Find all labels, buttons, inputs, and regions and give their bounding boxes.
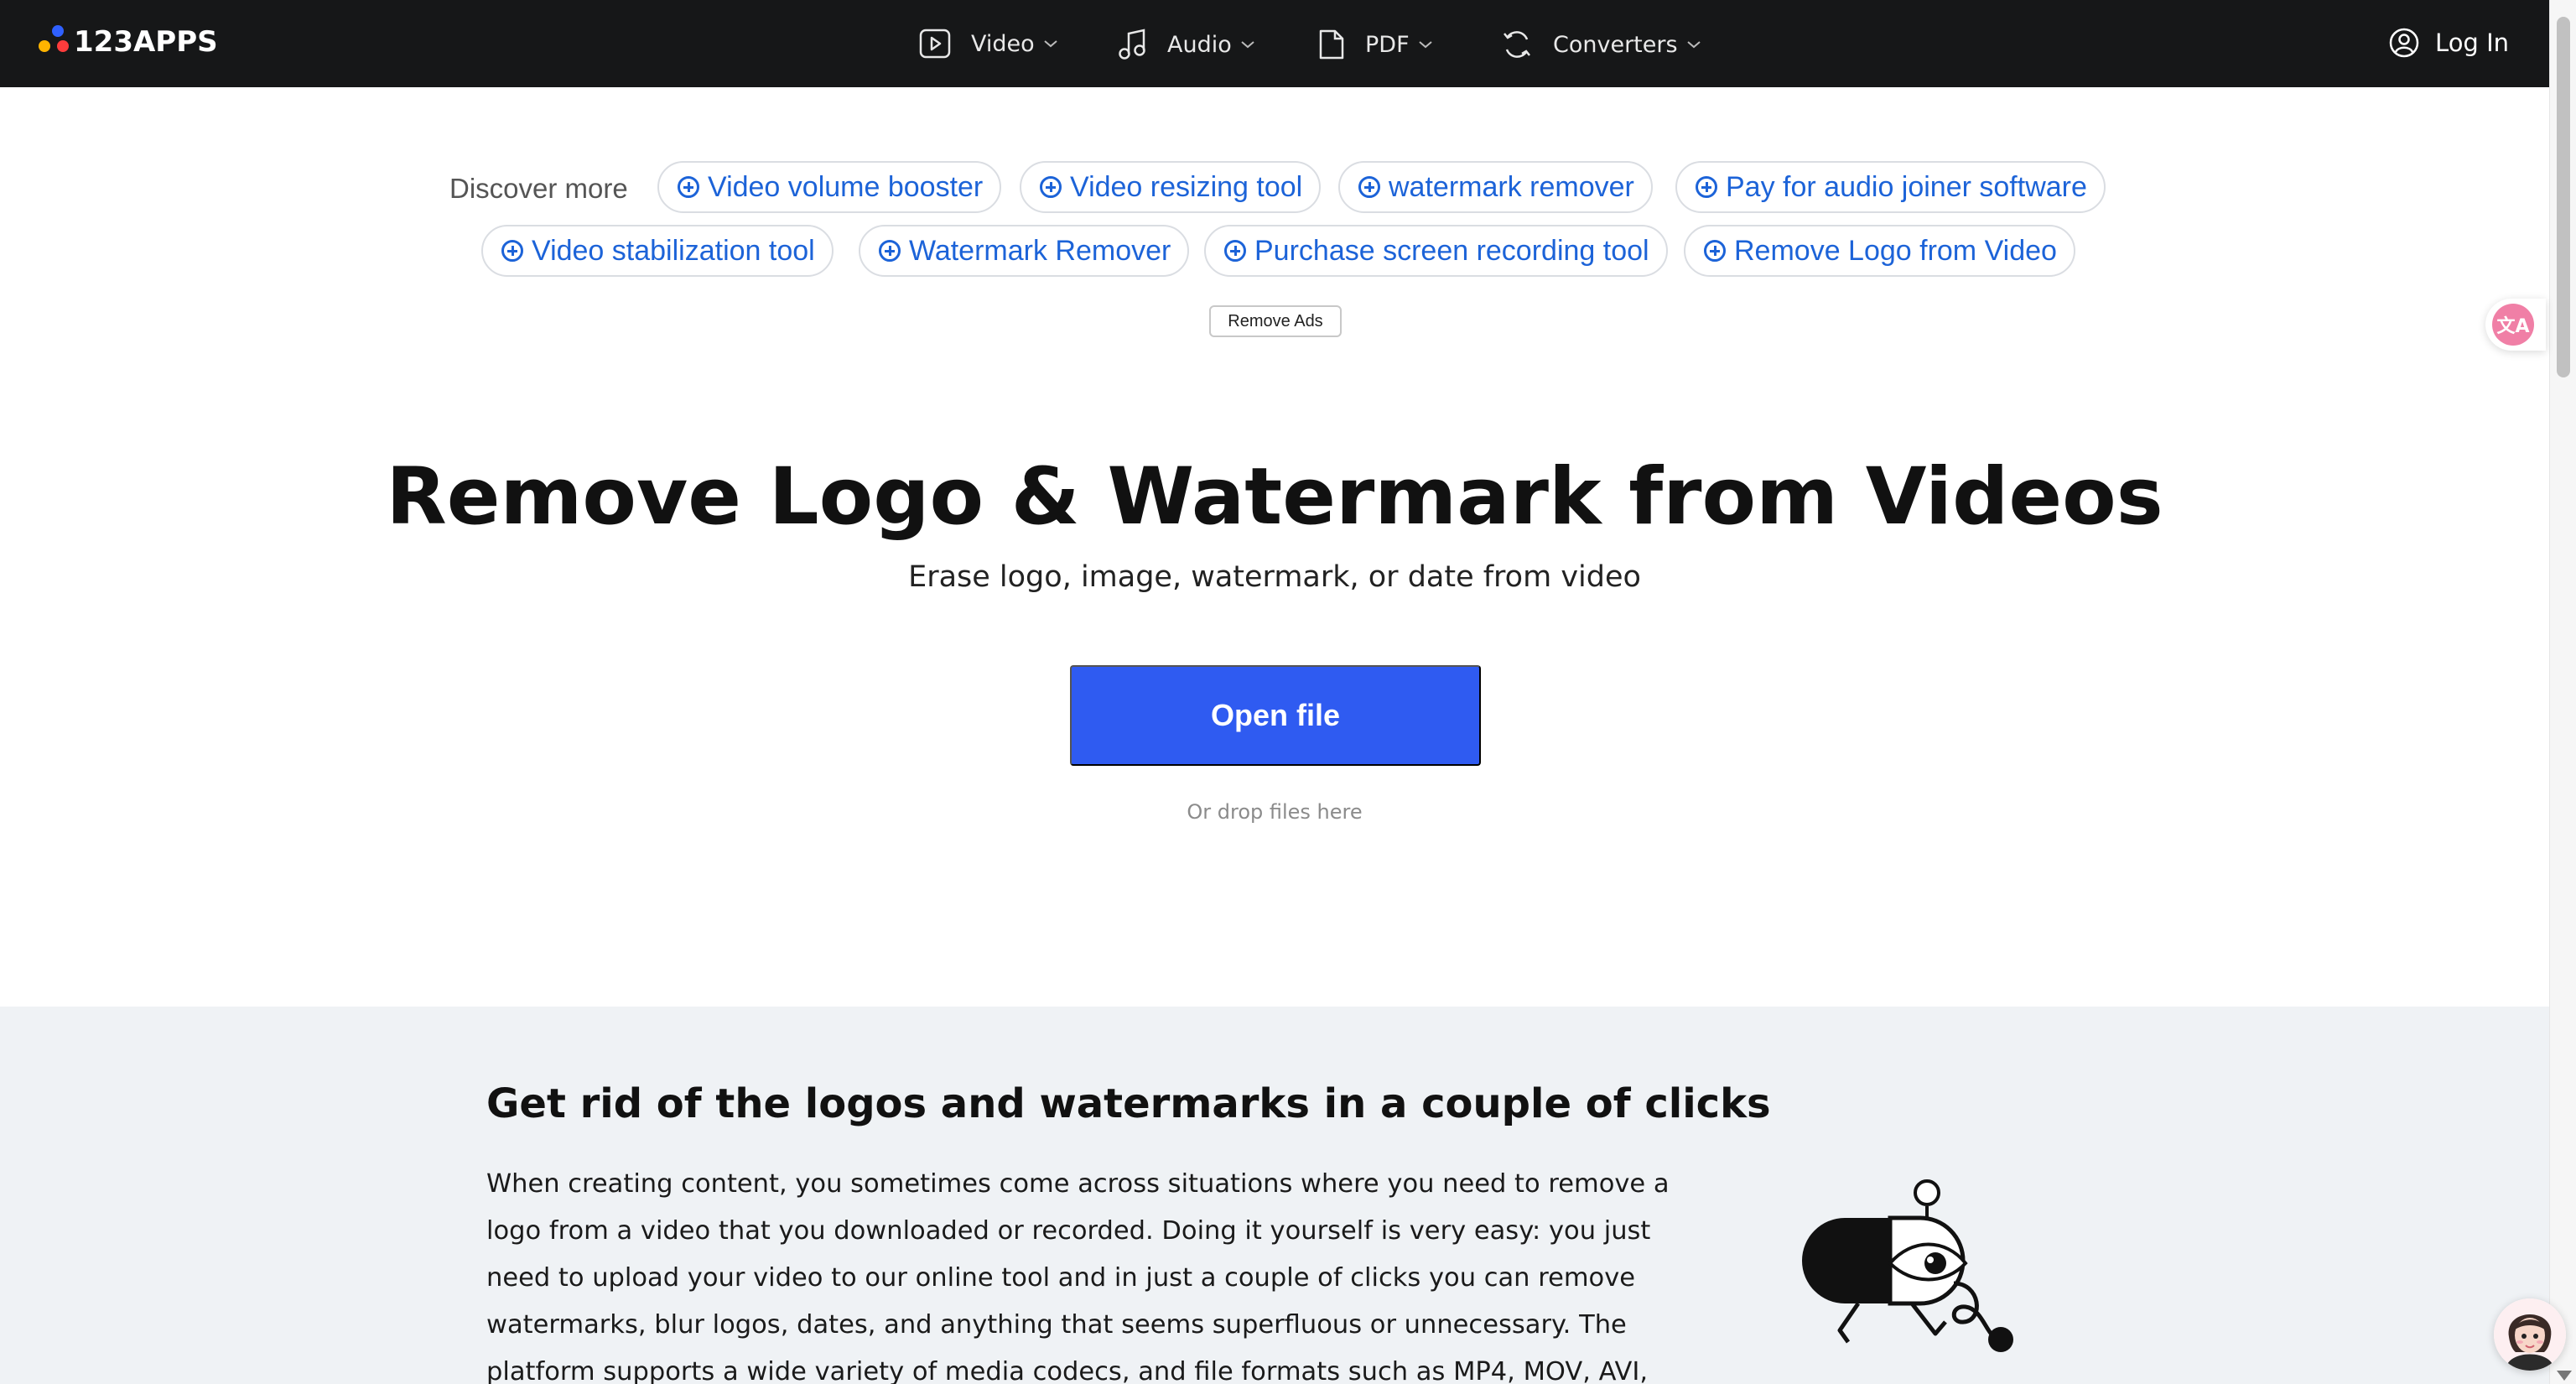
music-note-icon — [1119, 29, 1145, 60]
nav-item-audio[interactable]: Audio — [1117, 29, 1255, 60]
discover-chip[interactable]: Pay for audio joiner software — [1675, 161, 2106, 213]
video-icon — [919, 29, 951, 59]
translate-icon: 文A — [2492, 304, 2534, 346]
chip-label: Video stabilization tool — [532, 234, 815, 267]
discover-more-label: Discover more — [449, 173, 628, 204]
plus-circle-icon — [678, 176, 699, 198]
chip-label: Video volume booster — [708, 170, 984, 203]
top-navigation-bar: 123APPS Video Audio PDF Converters Log I… — [0, 0, 2549, 87]
discover-chip[interactable]: Watermark Remover — [859, 225, 1190, 277]
chevron-down-icon — [1044, 40, 1057, 48]
remove-ads-button[interactable]: Remove Ads — [1209, 305, 1342, 337]
page-title: Remove Logo & Watermark from Videos — [386, 451, 2163, 543]
brand-logo[interactable]: 123APPS — [39, 25, 218, 59]
section-body: When creating content, you sometimes com… — [486, 1169, 1670, 1384]
info-section: Get rid of the logos and watermarks in a… — [0, 1007, 2549, 1384]
nav-item-label: Audio — [1167, 31, 1232, 58]
nav-item-label: PDF — [1365, 31, 1410, 58]
chip-label: Remove Logo from Video — [1734, 234, 2057, 267]
plus-circle-icon — [1696, 176, 1717, 198]
brand-name: 123APPS — [74, 25, 218, 59]
discover-chip[interactable]: Video stabilization tool — [481, 225, 834, 277]
convert-icon — [1504, 31, 1530, 58]
drop-files-hint: Or drop files here — [1187, 800, 1363, 824]
scroll-down-arrow-icon[interactable] — [2557, 1371, 2572, 1381]
chip-label: Video resizing tool — [1070, 170, 1303, 203]
plus-circle-icon — [501, 240, 523, 262]
nav-item-label: Video — [971, 30, 1035, 57]
nav-item-video[interactable]: Video — [919, 29, 1058, 59]
eye-pill-illustration-icon — [1802, 1179, 2013, 1352]
login-button[interactable]: Log In — [2388, 27, 2509, 59]
chevron-down-icon — [1241, 41, 1254, 49]
chip-label: watermark remover — [1389, 170, 1634, 203]
page-scrollbar[interactable] — [2549, 0, 2576, 1384]
plus-circle-icon — [1704, 240, 1726, 262]
plus-circle-icon — [879, 240, 901, 262]
nav-item-converters[interactable]: Converters — [1501, 29, 1701, 60]
logo-dots-icon — [39, 25, 70, 59]
nav-item-pdf[interactable]: PDF — [1318, 29, 1433, 60]
translate-widget-button[interactable]: 文A — [2485, 299, 2546, 351]
page-subtitle: Erase logo, image, watermark, or date fr… — [908, 560, 1641, 594]
discover-chip[interactable]: Video resizing tool — [1020, 161, 1322, 213]
document-icon — [1319, 29, 1344, 60]
assistant-avatar-button[interactable] — [2494, 1298, 2566, 1371]
discover-chip[interactable]: Remove Logo from Video — [1684, 225, 2075, 277]
avatar-icon — [2494, 1298, 2566, 1371]
plus-circle-icon — [1224, 240, 1246, 262]
section-heading: Get rid of the logos and watermarks in a… — [486, 1080, 1771, 1127]
scrollbar-thumb[interactable] — [2557, 17, 2570, 377]
discover-chip[interactable]: Video volume booster — [657, 161, 1002, 213]
login-label: Log In — [2435, 29, 2509, 57]
plus-circle-icon — [1040, 176, 1062, 198]
open-file-button[interactable]: Open file — [1070, 665, 1481, 766]
chip-label: Pay for audio joiner software — [1726, 170, 2087, 203]
plus-circle-icon — [1358, 176, 1380, 198]
nav-item-label: Converters — [1553, 31, 1678, 58]
discover-chip[interactable]: watermark remover — [1338, 161, 1653, 213]
chip-label: Watermark Remover — [909, 234, 1171, 267]
chevron-down-icon — [1418, 41, 1432, 49]
chip-label: Purchase screen recording tool — [1254, 234, 1649, 267]
user-circle-icon — [2389, 28, 2419, 58]
discover-chip[interactable]: Purchase screen recording tool — [1204, 225, 1668, 277]
chevron-down-icon — [1686, 41, 1701, 49]
